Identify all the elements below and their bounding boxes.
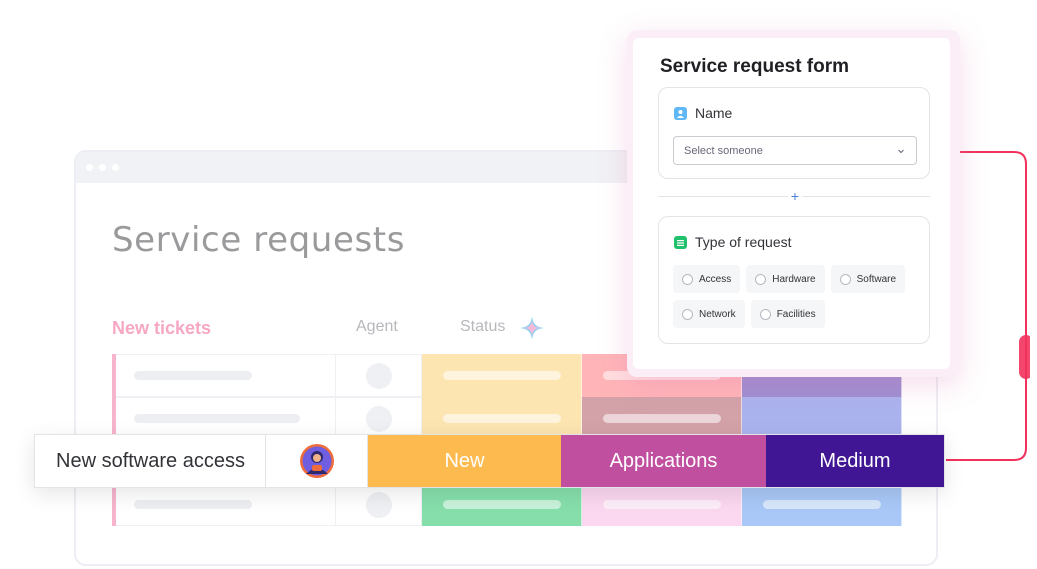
request-type-option[interactable]: Network — [673, 300, 745, 328]
window-dot[interactable] — [112, 164, 119, 171]
avatar-placeholder — [365, 362, 392, 389]
row-status-cell[interactable] — [422, 354, 582, 397]
ticket-name-cell[interactable]: New software access — [35, 435, 266, 487]
option-label: Network — [699, 308, 736, 320]
row-agent-cell[interactable] — [336, 483, 422, 526]
request-type-option[interactable]: Facilities — [750, 300, 825, 328]
name-field-label: Name — [695, 105, 733, 121]
skeleton-text — [602, 500, 721, 509]
request-type-option[interactable]: Software — [830, 265, 906, 293]
skeleton-text — [442, 500, 561, 509]
form-section-name: Name Select someone — [658, 87, 930, 179]
list-icon — [674, 235, 687, 249]
dropdown-placeholder: Select someone — [684, 144, 763, 157]
skeleton-text — [134, 414, 300, 423]
radio-icon[interactable] — [755, 273, 767, 285]
radio-icon[interactable] — [682, 308, 693, 320]
request-type-options: Access Hardware Software Network Facilities — [673, 265, 923, 328]
option-label: Access — [699, 273, 732, 285]
skeleton-text — [134, 371, 252, 380]
radio-icon[interactable] — [759, 308, 771, 320]
column-header-status[interactable]: Status — [460, 318, 505, 336]
agent-avatar[interactable] — [299, 444, 334, 478]
form-title: Service request form — [660, 56, 850, 77]
row-status-cell[interactable] — [422, 483, 582, 526]
form-section-type: Type of request Access Hardware Software Ne… — [658, 216, 930, 344]
request-type-option[interactable]: Hardware — [746, 265, 825, 293]
select-someone-dropdown[interactable]: Select someone — [673, 136, 917, 165]
skeleton-text — [442, 414, 561, 423]
radio-icon[interactable] — [682, 273, 693, 285]
type-field-label: Type of request — [695, 234, 792, 250]
radio-icon[interactable] — [839, 273, 851, 285]
option-label: Hardware — [772, 273, 816, 285]
column-header-agent[interactable]: Agent — [356, 318, 398, 336]
skeleton-text — [602, 414, 721, 423]
add-question-button[interactable]: + — [788, 188, 802, 204]
row-name-cell[interactable] — [116, 483, 336, 526]
ticket-agent-cell[interactable] — [266, 435, 368, 487]
ticket-status-label[interactable]: New — [368, 435, 561, 487]
ticket-priority-label[interactable]: Medium — [766, 435, 944, 487]
request-type-option[interactable]: Access — [673, 265, 741, 293]
window-dot[interactable] — [86, 164, 93, 171]
chevron-down-icon — [898, 149, 904, 153]
row-name-cell[interactable] — [116, 354, 336, 397]
table-row[interactable] — [112, 483, 902, 526]
skeleton-text — [442, 371, 561, 380]
avatar-placeholder — [365, 491, 392, 518]
avatar-placeholder — [365, 405, 392, 432]
option-label: Facilities — [776, 308, 816, 320]
skeleton-text — [762, 500, 881, 509]
ai-sparkle-icon[interactable] — [519, 315, 545, 341]
window-dot[interactable] — [99, 164, 106, 171]
person-icon — [674, 106, 687, 120]
group-title[interactable]: New tickets — [112, 318, 211, 339]
skeleton-text — [134, 500, 252, 509]
row-status-cell[interactable] — [742, 483, 902, 526]
row-agent-cell[interactable] — [336, 354, 422, 397]
option-label: Software — [856, 273, 897, 285]
ticket-category-label[interactable]: Applications — [561, 435, 766, 487]
service-request-form: Service request form Name Select someone… — [633, 38, 950, 369]
ticket-row-highlight[interactable]: New software access New Applications Med… — [34, 434, 945, 488]
board-title: Service requests — [112, 220, 406, 260]
row-status-cell[interactable] — [582, 483, 742, 526]
